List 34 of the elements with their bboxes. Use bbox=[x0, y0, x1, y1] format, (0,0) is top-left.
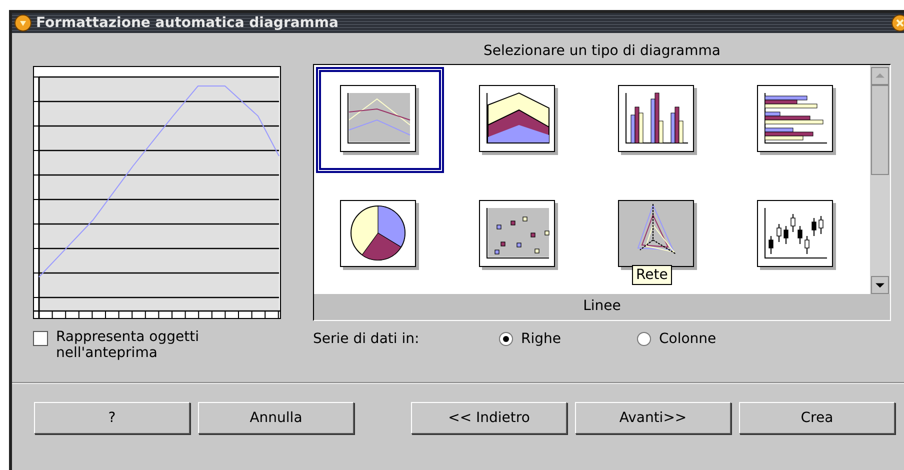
radio-option[interactable]: Righe bbox=[499, 331, 637, 347]
bar-chart-icon bbox=[757, 85, 837, 155]
scroll-thumb[interactable] bbox=[871, 85, 889, 175]
series-label: Serie di dati in: bbox=[313, 331, 420, 347]
checkbox-option[interactable]: Rappresenta oggetti nell'anteprima bbox=[33, 329, 283, 361]
dialog-button[interactable]: << Indietro bbox=[411, 402, 567, 434]
dialog-button[interactable]: Annulla bbox=[198, 402, 354, 434]
pie-chart-icon bbox=[340, 200, 420, 270]
radio-label: Colonne bbox=[659, 331, 716, 347]
close-icon[interactable] bbox=[891, 14, 904, 32]
column-chart-icon bbox=[618, 85, 698, 155]
net-chart-icon bbox=[618, 200, 698, 270]
radio-button[interactable] bbox=[637, 332, 651, 346]
chart-type-name: Linee bbox=[314, 294, 890, 320]
dialog-button[interactable]: ? bbox=[34, 402, 190, 434]
stock-chart-icon bbox=[757, 200, 837, 270]
chart-type-option[interactable]: Rete bbox=[594, 182, 722, 288]
section-label: Selezionare un tipo di diagramma bbox=[482, 42, 722, 61]
radio-button[interactable] bbox=[499, 332, 513, 346]
radio-label: Righe bbox=[521, 331, 561, 347]
scatter-chart-icon bbox=[479, 200, 559, 270]
area-chart-icon bbox=[479, 85, 559, 155]
line-chart-icon bbox=[340, 85, 420, 155]
scroll-down-icon[interactable] bbox=[871, 276, 889, 294]
tooltip: Rete bbox=[632, 264, 672, 284]
checkbox[interactable] bbox=[33, 331, 48, 346]
radio-option[interactable]: Colonne bbox=[637, 331, 775, 347]
window-title: Formattazione automatica diagramma bbox=[36, 15, 338, 31]
checkbox-label: Rappresenta oggetti nell'anteprima bbox=[56, 329, 200, 361]
menu-icon[interactable] bbox=[14, 14, 32, 32]
chart-type-option[interactable] bbox=[316, 67, 444, 173]
dialog-button[interactable]: Avanti>> bbox=[575, 402, 731, 434]
dialog-button[interactable]: Crea bbox=[739, 402, 895, 434]
scrollbar[interactable] bbox=[870, 65, 890, 294]
